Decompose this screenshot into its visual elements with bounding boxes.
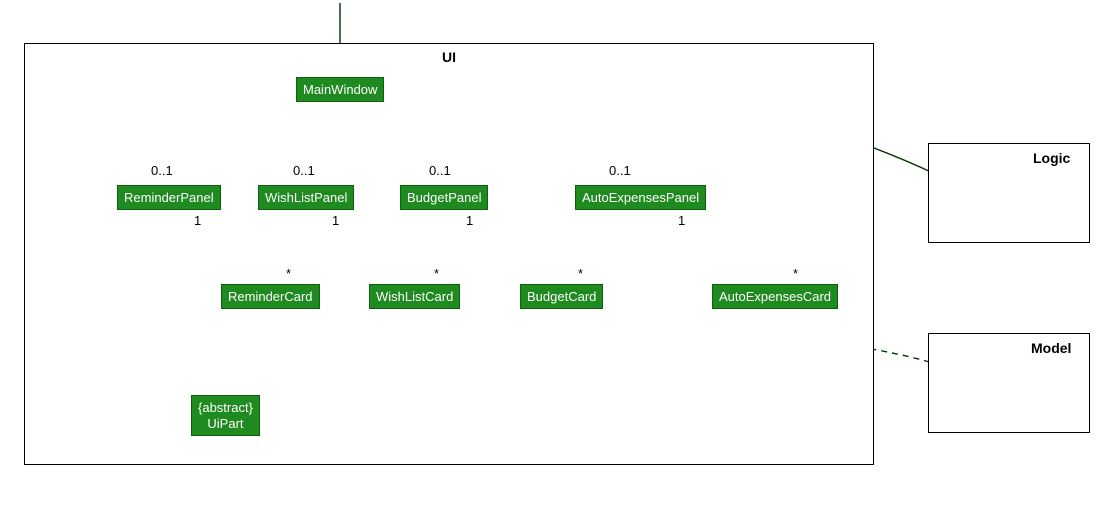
class-wishlistcard: WishListCard — [369, 284, 460, 309]
class-label: WishListCard — [376, 289, 453, 304]
class-label: MainWindow — [303, 82, 377, 97]
mult: 0..1 — [609, 163, 631, 178]
class-label: UiPart — [207, 416, 243, 431]
mult: 0..1 — [151, 163, 173, 178]
class-mainwindow: MainWindow — [296, 77, 384, 102]
class-remindercard: ReminderCard — [221, 284, 320, 309]
mult: 1 — [332, 213, 339, 228]
package-ui — [24, 43, 874, 465]
class-label: ReminderPanel — [124, 190, 214, 205]
class-autoexpensespanel: AutoExpensesPanel — [575, 185, 706, 210]
class-label: AutoExpensesCard — [719, 289, 831, 304]
mult: 0..1 — [429, 163, 451, 178]
mult: * — [434, 266, 439, 281]
class-label: BudgetPanel — [407, 190, 481, 205]
class-label: WishListPanel — [265, 190, 347, 205]
package-ui-label: UI — [442, 49, 456, 65]
mult: * — [793, 266, 798, 281]
class-budgetpanel: BudgetPanel — [400, 185, 488, 210]
class-budgetcard: BudgetCard — [520, 284, 603, 309]
package-model-label: Model — [1031, 340, 1071, 356]
mult: 1 — [466, 213, 473, 228]
class-label: AutoExpensesPanel — [582, 190, 699, 205]
mult: 0..1 — [293, 163, 315, 178]
class-autoexpensescard: AutoExpensesCard — [712, 284, 838, 309]
class-label: BudgetCard — [527, 289, 596, 304]
class-uipart: {abstract} UiPart — [191, 395, 260, 436]
stereotype-label: {abstract} — [198, 400, 253, 415]
mult: * — [286, 266, 291, 281]
class-reminderpanel: ReminderPanel — [117, 185, 221, 210]
class-wishlistpanel: WishListPanel — [258, 185, 354, 210]
class-label: ReminderCard — [228, 289, 313, 304]
package-logic-label: Logic — [1033, 150, 1070, 166]
mult: 1 — [678, 213, 685, 228]
mult: 1 — [194, 213, 201, 228]
mult: * — [578, 266, 583, 281]
